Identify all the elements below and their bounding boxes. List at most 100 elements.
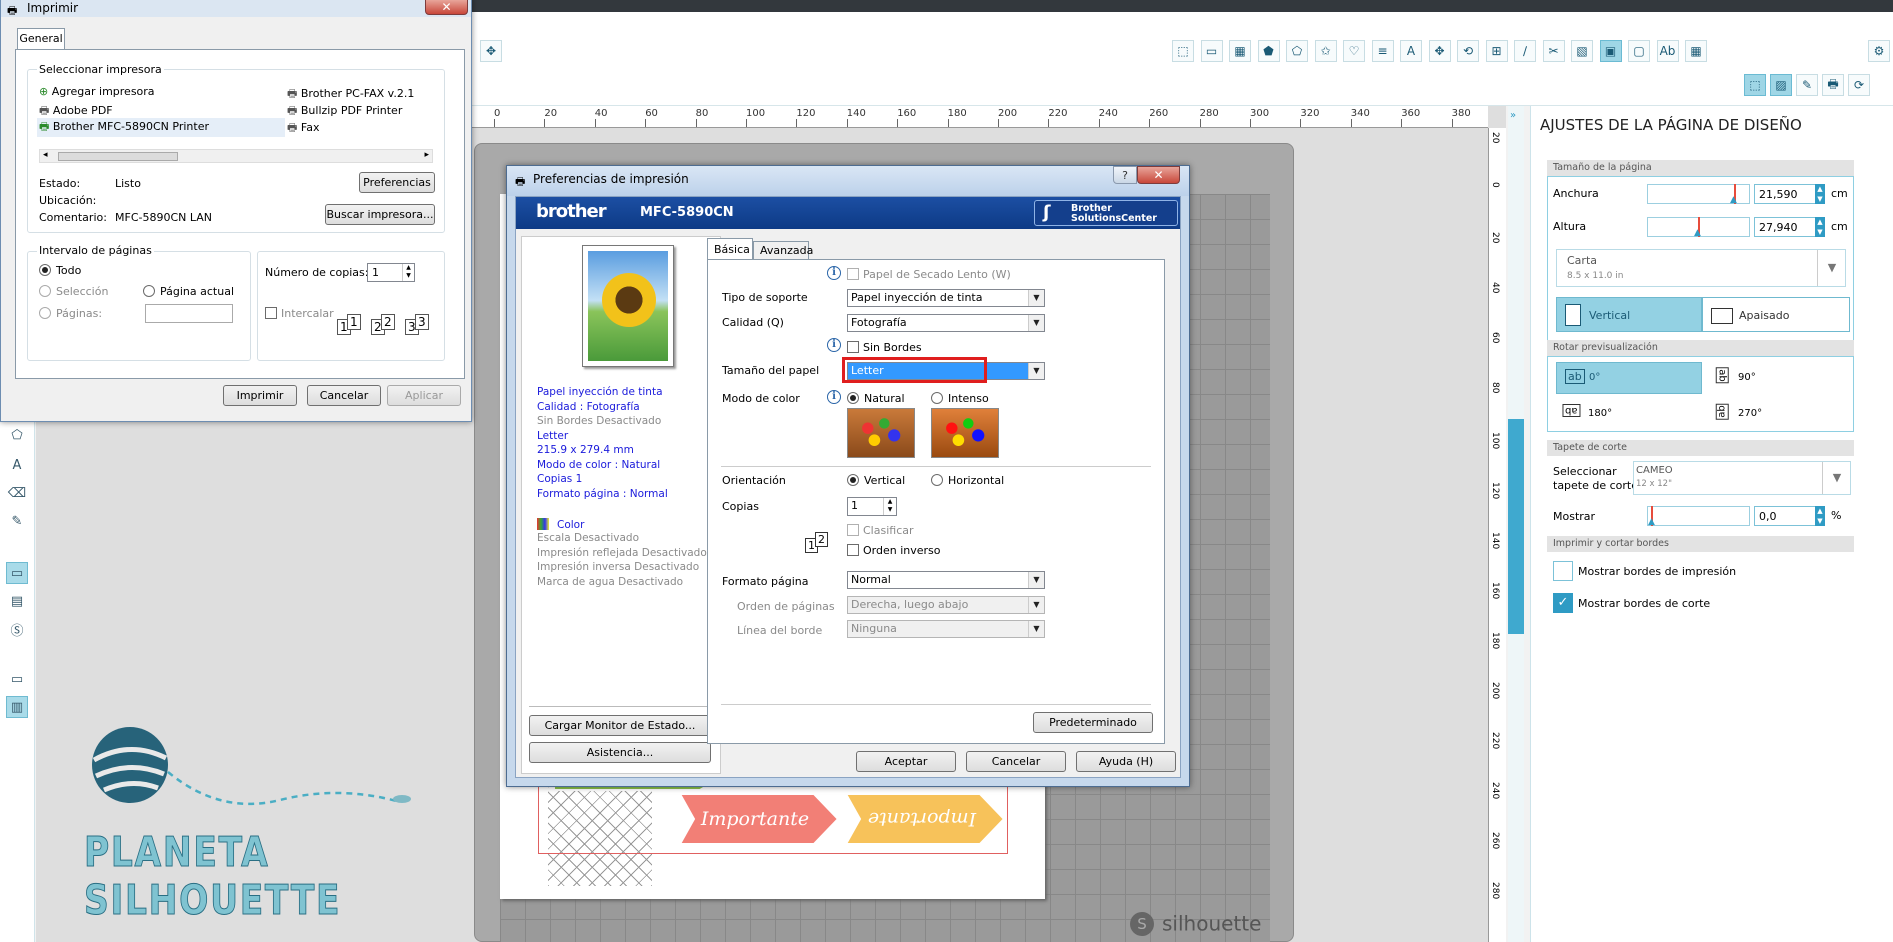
- slow-drying-checkbox[interactable]: [847, 268, 859, 280]
- text-icon[interactable]: A: [1400, 40, 1422, 62]
- scroll-left-icon[interactable]: ◂: [43, 150, 48, 160]
- info-icon[interactable]: i: [827, 390, 841, 404]
- select-all-icon[interactable]: ✥: [480, 40, 502, 62]
- scroll-thumb[interactable]: [1508, 419, 1524, 634]
- border-line-select[interactable]: Ninguna ▼: [847, 620, 1045, 638]
- grid-settings-icon[interactable]: ▦: [1685, 40, 1707, 62]
- send-icon[interactable]: ▨: [1770, 74, 1792, 96]
- printer-list[interactable]: ⊕ Agregar impresora 🖶 Adobe PDF 🖶 Brothe…: [37, 81, 435, 165]
- tab-general[interactable]: General: [17, 28, 65, 50]
- chevron-down-icon[interactable]: ▼: [1822, 462, 1851, 494]
- rotate-90-button[interactable]: ab 90°: [1712, 366, 1852, 392]
- cut-borders-checkbox[interactable]: ✓: [1553, 593, 1573, 613]
- eraser-tool-icon[interactable]: ⌫: [6, 482, 28, 504]
- rotate-0-button[interactable]: ab 0°: [1556, 362, 1702, 394]
- page-layout-select[interactable]: Normal ▼: [847, 571, 1045, 589]
- help-button[interactable]: Ayuda (H): [1076, 751, 1176, 772]
- replicate-icon[interactable]: ✥: [1428, 40, 1451, 62]
- shape-icon[interactable]: ✩: [1314, 40, 1337, 62]
- printer-list-hscroll[interactable]: ◂ ▸: [39, 149, 433, 163]
- orientation-portrait-radio[interactable]: [847, 474, 859, 486]
- info-icon[interactable]: i: [827, 338, 841, 352]
- silhouette-connect-icon[interactable]: ⟳: [1848, 74, 1870, 96]
- silhouette-store-icon[interactable]: Ⓢ: [6, 618, 28, 640]
- page-setup-icon[interactable]: ▭: [6, 562, 28, 584]
- close-icon[interactable]: ✕: [425, 0, 468, 15]
- print-button[interactable]: Imprimir: [223, 385, 297, 406]
- print-borders-checkbox[interactable]: [1553, 561, 1573, 581]
- printer-item[interactable]: ⊕ Agregar impresora: [39, 85, 155, 98]
- layout-icon[interactable]: ▭: [6, 668, 28, 690]
- support-button[interactable]: Asistencia...: [529, 742, 711, 763]
- landscape-button[interactable]: Apaisado: [1702, 297, 1850, 332]
- select-icon[interactable]: ⬚: [1172, 40, 1194, 62]
- print-icon[interactable]: 🖶: [1822, 74, 1844, 96]
- layout-icon[interactable]: ▢: [1628, 40, 1650, 62]
- star-icon[interactable]: ⬠: [1286, 40, 1308, 62]
- cancel-button[interactable]: Cancelar: [307, 385, 381, 406]
- height-slider[interactable]: ▲: [1647, 217, 1750, 238]
- printer-item[interactable]: 🖶 Fax: [287, 119, 319, 138]
- heart-icon[interactable]: ♡: [1343, 40, 1365, 62]
- reverse-order-checkbox[interactable]: [847, 544, 859, 556]
- all-radio[interactable]: [39, 264, 51, 276]
- copies-spinner[interactable]: ▲ ▼: [883, 498, 896, 515]
- scroll-right-icon[interactable]: ▸: [424, 150, 429, 160]
- cut-settings-icon[interactable]: ▣: [1599, 40, 1622, 62]
- text-tool-icon[interactable]: A: [6, 454, 28, 476]
- find-printer-button[interactable]: Buscar impresora...: [325, 204, 435, 225]
- borderless-checkbox[interactable]: [847, 341, 859, 353]
- portrait-button[interactable]: Vertical: [1556, 297, 1702, 332]
- split-view-icon[interactable]: ▥: [6, 696, 28, 718]
- show-slider[interactable]: ▲: [1647, 506, 1750, 527]
- rotate-180-button[interactable]: ab 180°: [1560, 402, 1700, 428]
- quality-select[interactable]: Fotografía ▼: [847, 314, 1045, 332]
- media-type-select[interactable]: Papel inyección de tinta ▼: [847, 289, 1045, 307]
- solutions-center-button[interactable]: ʃ Brother SolutionsCenter: [1034, 200, 1178, 226]
- paper-size-select[interactable]: Carta 8.5 x 11.0 in ▼: [1556, 249, 1846, 287]
- rectangle-icon[interactable]: ▭: [1200, 40, 1223, 62]
- page-order-select[interactable]: Derecha, luego abajo ▼: [847, 596, 1045, 614]
- width-slider[interactable]: ▲: [1647, 184, 1750, 205]
- tab-basic[interactable]: Básica: [707, 238, 753, 260]
- text-style-icon[interactable]: Ab: [1656, 40, 1679, 62]
- pages-radio[interactable]: [39, 307, 51, 319]
- page-icon[interactable]: ▧: [1571, 40, 1593, 62]
- grid-icon[interactable]: ▦: [1229, 40, 1251, 62]
- show-input[interactable]: 0,0: [1754, 506, 1816, 526]
- eraser-icon[interactable]: ✎: [1796, 74, 1818, 96]
- height-input[interactable]: 27,940: [1754, 217, 1816, 237]
- tab-advanced[interactable]: Avanzada: [753, 241, 813, 260]
- vertical-scrollbar[interactable]: »: [1508, 106, 1524, 942]
- trace-icon[interactable]: ✂: [1542, 40, 1565, 62]
- polygon-tool-icon[interactable]: ⬠: [6, 424, 28, 446]
- chevron-down-icon[interactable]: ▼: [1817, 250, 1846, 286]
- current-page-radio[interactable]: [143, 285, 155, 297]
- width-spinner[interactable]: ▲ ▼: [1815, 184, 1825, 204]
- close-icon[interactable]: ✕: [1137, 166, 1180, 184]
- knife-tool-icon[interactable]: ✎: [6, 510, 28, 532]
- width-input[interactable]: 21,590: [1754, 184, 1816, 204]
- hscroll-thumb[interactable]: [58, 152, 178, 161]
- default-button[interactable]: Predeterminado: [1033, 712, 1153, 733]
- show-spinner[interactable]: ▲ ▼: [1815, 506, 1825, 526]
- vivid-radio[interactable]: [931, 392, 943, 404]
- printer-item-selected[interactable]: 🖶 Brother MFC-5890CN Printer: [37, 118, 285, 137]
- knife-icon[interactable]: ∕: [1514, 40, 1536, 62]
- ok-button[interactable]: Aceptar: [856, 751, 956, 772]
- apply-button[interactable]: Aplicar: [387, 385, 461, 406]
- lines-icon[interactable]: ≡: [1371, 40, 1394, 62]
- collapse-icon[interactable]: »: [1510, 110, 1522, 124]
- mat-select[interactable]: CAMEO 12 x 12" ▼: [1633, 461, 1851, 495]
- scale-icon[interactable]: ⊞: [1485, 40, 1508, 62]
- copies-spinner[interactable]: ▲ ▼: [402, 264, 414, 281]
- print-preview-icon[interactable]: ⬚: [1744, 74, 1766, 96]
- preferences-button[interactable]: Preferencias: [359, 172, 435, 193]
- help-icon[interactable]: ?: [1113, 166, 1137, 184]
- natural-radio[interactable]: [847, 392, 859, 404]
- collate-checkbox[interactable]: [847, 524, 859, 536]
- selection-radio[interactable]: [39, 285, 51, 297]
- cancel-button[interactable]: Cancelar: [966, 751, 1066, 772]
- library-icon[interactable]: ▤: [6, 590, 28, 612]
- height-spinner[interactable]: ▲ ▼: [1815, 217, 1825, 237]
